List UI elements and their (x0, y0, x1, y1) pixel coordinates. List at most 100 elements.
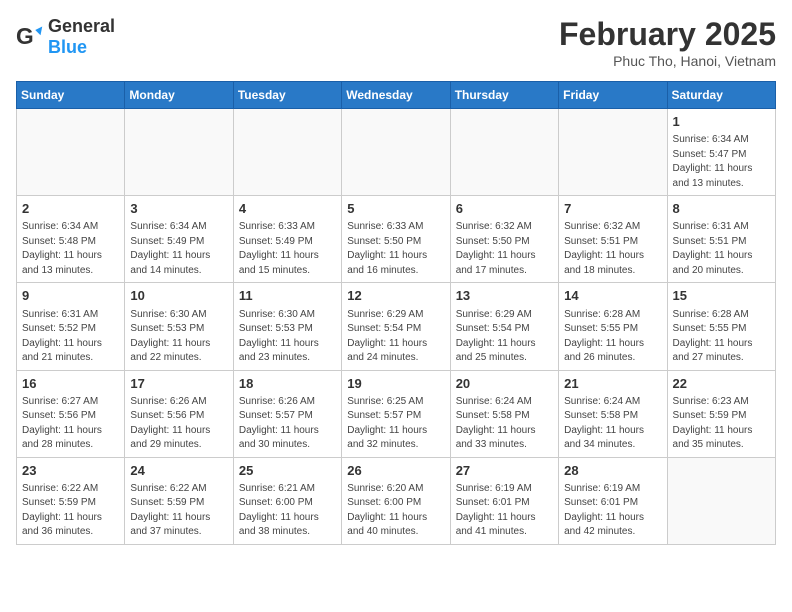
day-info: Sunrise: 6:23 AM Sunset: 5:59 PM Dayligh… (673, 395, 770, 453)
calendar-cell: 3 Sunrise: 6:34 AM Sunset: 5:49 PM Daylig… (125, 196, 233, 283)
day-number: 1 (673, 113, 770, 131)
calendar-cell: 9 Sunrise: 6:31 AM Sunset: 5:52 PM Daylig… (17, 283, 125, 370)
calendar-cell (233, 109, 341, 196)
logo-general: General (48, 16, 115, 36)
day-number: 7 (564, 200, 661, 218)
calendar-cell: 26Sunrise: 6:20 AM Sunset: 6:00 PM Dayli… (342, 457, 450, 544)
calendar-cell: 20 Sunrise: 6:24 AM Sunset: 5:58 PM Dayli… (450, 370, 558, 457)
day-number: 28 (564, 462, 661, 480)
col-saturday: Saturday (667, 82, 775, 109)
calendar-cell: 19Sunrise: 6:25 AM Sunset: 5:57 PM Dayli… (342, 370, 450, 457)
calendar-cell (17, 109, 125, 196)
calendar-cell: 25Sunrise: 6:21 AM Sunset: 6:00 PM Dayli… (233, 457, 341, 544)
day-info: Sunrise: 6:25 AM Sunset: 5:57 PM Dayligh… (347, 395, 444, 453)
day-number: 22 (673, 375, 770, 393)
calendar-cell: 17 Sunrise: 6:26 AM Sunset: 5:56 PM Dayli… (125, 370, 233, 457)
day-info: Sunrise: 6:29 AM Sunset: 5:54 PM Dayligh… (347, 308, 444, 366)
col-tuesday: Tuesday (233, 82, 341, 109)
day-info: Sunrise: 6:33 AM Sunset: 5:50 PM Dayligh… (347, 220, 444, 278)
calendar-cell: 21Sunrise: 6:24 AM Sunset: 5:58 PM Dayli… (559, 370, 667, 457)
calendar-cell (342, 109, 450, 196)
calendar-cell: 6 Sunrise: 6:32 AM Sunset: 5:50 PM Daylig… (450, 196, 558, 283)
day-info: Sunrise: 6:32 AM Sunset: 5:50 PM Dayligh… (456, 220, 553, 278)
calendar-cell: 15 Sunrise: 6:28 AM Sunset: 5:55 PM Dayli… (667, 283, 775, 370)
calendar-table: Sunday Monday Tuesday Wednesday Thursday… (16, 81, 776, 545)
day-info: Sunrise: 6:28 AM Sunset: 5:55 PM Dayligh… (673, 308, 770, 366)
day-number: 15 (673, 287, 770, 305)
calendar-cell (667, 457, 775, 544)
day-number: 2 (22, 200, 119, 218)
day-info: Sunrise: 6:32 AM Sunset: 5:51 PM Dayligh… (564, 220, 661, 278)
calendar-subtitle: Phuc Tho, Hanoi, Vietnam (559, 53, 776, 69)
calendar-cell (559, 109, 667, 196)
calendar-cell: 13 Sunrise: 6:29 AM Sunset: 5:54 PM Dayli… (450, 283, 558, 370)
day-number: 5 (347, 200, 444, 218)
title-area: February 2025 Phuc Tho, Hanoi, Vietnam (559, 16, 776, 69)
calendar-cell: 14 Sunrise: 6:28 AM Sunset: 5:55 PM Dayli… (559, 283, 667, 370)
day-info: Sunrise: 6:24 AM Sunset: 5:58 PM Dayligh… (456, 395, 553, 453)
calendar-cell: 1 Sunrise: 6:34 AM Sunset: 5:47 PM Daylig… (667, 109, 775, 196)
day-info: Sunrise: 6:19 AM Sunset: 6:01 PM Dayligh… (564, 482, 661, 540)
day-number: 8 (673, 200, 770, 218)
day-info: Sunrise: 6:31 AM Sunset: 5:52 PM Dayligh… (22, 308, 119, 366)
day-number: 14 (564, 287, 661, 305)
day-info: Sunrise: 6:34 AM Sunset: 5:49 PM Dayligh… (130, 220, 227, 278)
day-info: Sunrise: 6:28 AM Sunset: 5:55 PM Dayligh… (564, 308, 661, 366)
calendar-cell: 22 Sunrise: 6:23 AM Sunset: 5:59 PM Dayli… (667, 370, 775, 457)
logo-blue: Blue (48, 37, 87, 57)
col-monday: Monday (125, 82, 233, 109)
day-info: Sunrise: 6:34 AM Sunset: 5:47 PM Dayligh… (673, 133, 770, 191)
day-number: 23 (22, 462, 119, 480)
col-thursday: Thursday (450, 82, 558, 109)
day-number: 4 (239, 200, 336, 218)
day-number: 16 (22, 375, 119, 393)
calendar-cell (125, 109, 233, 196)
day-info: Sunrise: 6:24 AM Sunset: 5:58 PM Dayligh… (564, 395, 661, 453)
day-info: Sunrise: 6:22 AM Sunset: 5:59 PM Dayligh… (22, 482, 119, 540)
calendar-cell: 4Sunrise: 6:33 AM Sunset: 5:49 PM Daylig… (233, 196, 341, 283)
day-number: 24 (130, 462, 227, 480)
day-info: Sunrise: 6:26 AM Sunset: 5:56 PM Dayligh… (130, 395, 227, 453)
day-info: Sunrise: 6:34 AM Sunset: 5:48 PM Dayligh… (22, 220, 119, 278)
calendar-cell: 7 Sunrise: 6:32 AM Sunset: 5:51 PM Daylig… (559, 196, 667, 283)
calendar-cell: 2 Sunrise: 6:34 AM Sunset: 5:48 PM Daylig… (17, 196, 125, 283)
col-wednesday: Wednesday (342, 82, 450, 109)
calendar-title: February 2025 (559, 16, 776, 53)
day-info: Sunrise: 6:21 AM Sunset: 6:00 PM Dayligh… (239, 482, 336, 540)
calendar-cell: 28 Sunrise: 6:19 AM Sunset: 6:01 PM Dayli… (559, 457, 667, 544)
day-number: 17 (130, 375, 227, 393)
calendar-cell: 12Sunrise: 6:29 AM Sunset: 5:54 PM Dayli… (342, 283, 450, 370)
svg-text:G: G (16, 23, 34, 49)
calendar-week-2: 2 Sunrise: 6:34 AM Sunset: 5:48 PM Daylig… (17, 196, 776, 283)
calendar-cell: 11Sunrise: 6:30 AM Sunset: 5:53 PM Dayli… (233, 283, 341, 370)
col-sunday: Sunday (17, 82, 125, 109)
day-number: 18 (239, 375, 336, 393)
day-number: 13 (456, 287, 553, 305)
header: G General Blue February 2025 Phuc Tho, H… (16, 16, 776, 69)
logo: G General Blue (16, 16, 115, 58)
day-number: 9 (22, 287, 119, 305)
day-number: 3 (130, 200, 227, 218)
day-number: 10 (130, 287, 227, 305)
calendar-week-1: 1 Sunrise: 6:34 AM Sunset: 5:47 PM Daylig… (17, 109, 776, 196)
day-info: Sunrise: 6:20 AM Sunset: 6:00 PM Dayligh… (347, 482, 444, 540)
day-info: Sunrise: 6:30 AM Sunset: 5:53 PM Dayligh… (130, 308, 227, 366)
day-info: Sunrise: 6:27 AM Sunset: 5:56 PM Dayligh… (22, 395, 119, 453)
calendar-cell: 5 Sunrise: 6:33 AM Sunset: 5:50 PM Daylig… (342, 196, 450, 283)
day-number: 20 (456, 375, 553, 393)
calendar-week-3: 9 Sunrise: 6:31 AM Sunset: 5:52 PM Daylig… (17, 283, 776, 370)
calendar-cell: 18Sunrise: 6:26 AM Sunset: 5:57 PM Dayli… (233, 370, 341, 457)
day-number: 6 (456, 200, 553, 218)
calendar-week-5: 23 Sunrise: 6:22 AM Sunset: 5:59 PM Dayli… (17, 457, 776, 544)
day-info: Sunrise: 6:22 AM Sunset: 5:59 PM Dayligh… (130, 482, 227, 540)
header-row: Sunday Monday Tuesday Wednesday Thursday… (17, 82, 776, 109)
day-info: Sunrise: 6:29 AM Sunset: 5:54 PM Dayligh… (456, 308, 553, 366)
day-number: 11 (239, 287, 336, 305)
calendar-cell: 27Sunrise: 6:19 AM Sunset: 6:01 PM Dayli… (450, 457, 558, 544)
calendar-cell (450, 109, 558, 196)
calendar-cell: 16 Sunrise: 6:27 AM Sunset: 5:56 PM Dayli… (17, 370, 125, 457)
calendar-cell: 23 Sunrise: 6:22 AM Sunset: 5:59 PM Dayli… (17, 457, 125, 544)
col-friday: Friday (559, 82, 667, 109)
calendar-cell: 8Sunrise: 6:31 AM Sunset: 5:51 PM Daylig… (667, 196, 775, 283)
calendar-body: 1 Sunrise: 6:34 AM Sunset: 5:47 PM Daylig… (17, 109, 776, 545)
